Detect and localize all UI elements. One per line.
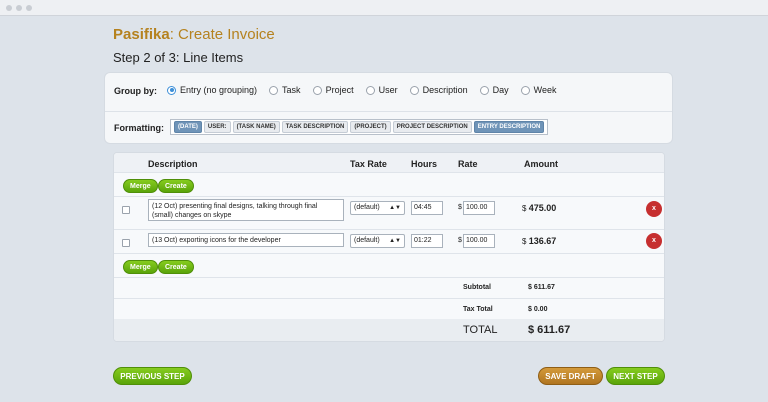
group-by-label: Group by: (114, 86, 157, 96)
brand-name: Pasifika (113, 26, 170, 43)
page-title-text: : Create Invoice (169, 26, 275, 43)
col-amount: Amount (524, 159, 558, 169)
row-2-currency: $ (458, 237, 462, 244)
token-task-name[interactable]: (TASK NAME) (232, 121, 280, 133)
token-task-description[interactable]: TASK DESCRIPTION (281, 121, 349, 133)
row-divider (114, 253, 664, 254)
group-by-radio-group: Entry (no grouping) Task Project User De… (167, 85, 568, 95)
row-2-hours-input[interactable]: 01:22 (411, 234, 443, 248)
radio-week[interactable]: Week (520, 85, 556, 95)
token-user[interactable]: USER: (203, 121, 231, 133)
radio-selected-icon[interactable] (167, 85, 176, 95)
radio-icon[interactable] (312, 85, 322, 95)
row-2-checkbox[interactable] (122, 239, 130, 247)
line-items-table: Description Tax Rate Hours Rate Amount M… (113, 152, 665, 342)
options-panel: Group by: Entry (no grouping) Task Proje… (104, 72, 673, 144)
row-1-description-input[interactable]: (12 Oct) presenting final designs, talki… (148, 199, 344, 221)
next-step-button[interactable]: NEXT STEP (606, 367, 665, 385)
totals-divider (114, 277, 664, 278)
row-2-tax-select[interactable]: (default) ▲▼ (350, 234, 405, 248)
row-1-delete-icon[interactable]: x (646, 201, 662, 217)
radio-icon[interactable] (520, 85, 530, 95)
total-row (114, 319, 664, 341)
radio-icon[interactable] (269, 85, 279, 95)
create-button-top[interactable]: Create (158, 179, 194, 193)
radio-user[interactable]: User (365, 85, 398, 95)
row-divider (114, 196, 664, 197)
create-button-bottom[interactable]: Create (158, 260, 194, 274)
radio-icon[interactable] (365, 85, 375, 95)
window-zoom-dot[interactable] (26, 5, 32, 11)
select-arrows-icon: ▲▼ (389, 238, 401, 244)
totals-divider (114, 298, 664, 299)
radio-task[interactable]: Task (269, 85, 301, 95)
save-draft-button[interactable]: SAVE DRAFT (538, 367, 603, 385)
token-project[interactable]: (PROJECT) (350, 121, 391, 133)
radio-day[interactable]: Day (479, 85, 509, 95)
radio-project[interactable]: Project (312, 85, 354, 95)
token-date[interactable]: (DATE) (174, 121, 202, 133)
token-project-description[interactable]: PROJECT DESCRIPTION (392, 121, 472, 133)
formatting-tokens[interactable]: (DATE) USER: (TASK NAME) TASK DESCRIPTIO… (170, 119, 549, 135)
radio-description[interactable]: Description (409, 85, 468, 95)
tax-total-value: $ 0.00 (528, 306, 548, 313)
radio-icon[interactable] (479, 85, 489, 95)
row-1-checkbox[interactable] (122, 206, 130, 214)
tax-total-label: Tax Total (463, 306, 493, 313)
formatting-label: Formatting: (114, 123, 164, 133)
row-1-amount: $ 475.00 (522, 203, 557, 213)
row-1-hours-input[interactable]: 04:45 (411, 201, 443, 215)
subtotal-value: $ 611.67 (528, 284, 555, 291)
subtotal-label: Subtotal (463, 284, 491, 291)
merge-button-top[interactable]: Merge (123, 179, 158, 193)
col-tax-rate: Tax Rate (350, 159, 387, 169)
col-hours: Hours (411, 159, 438, 169)
panel-divider (105, 111, 672, 112)
row-2-delete-icon[interactable]: x (646, 233, 662, 249)
merge-button-bottom[interactable]: Merge (123, 260, 158, 274)
radio-icon[interactable] (409, 85, 419, 95)
col-rate: Rate (458, 159, 478, 169)
row-divider (114, 229, 664, 230)
col-description: Description (148, 159, 198, 169)
total-label: TOTAL (463, 324, 498, 336)
row-2-amount: $ 136.67 (522, 236, 557, 246)
row-1-rate-input[interactable]: 100.00 (463, 201, 495, 215)
select-arrows-icon: ▲▼ (389, 205, 401, 211)
page-title: Pasifika: Create Invoice (113, 26, 275, 43)
previous-step-button[interactable]: PREVIOUS STEP (113, 367, 192, 385)
step-title: Step 2 of 3: Line Items (113, 50, 244, 65)
total-value: $ 611.67 (528, 324, 571, 336)
window-close-dot[interactable] (6, 5, 12, 11)
row-1-currency: $ (458, 204, 462, 211)
token-entry-description[interactable]: ENTRY DESCRIPTION (473, 121, 545, 133)
row-2-description-input[interactable]: (13 Oct) exporting icons for the develop… (148, 233, 344, 247)
radio-entry[interactable]: Entry (no grouping) (167, 85, 257, 95)
row-2-rate-input[interactable]: 100.00 (463, 234, 495, 248)
window-minimize-dot[interactable] (16, 5, 22, 11)
window-titlebar (0, 0, 768, 16)
row-1-tax-select[interactable]: (default) ▲▼ (350, 201, 405, 215)
